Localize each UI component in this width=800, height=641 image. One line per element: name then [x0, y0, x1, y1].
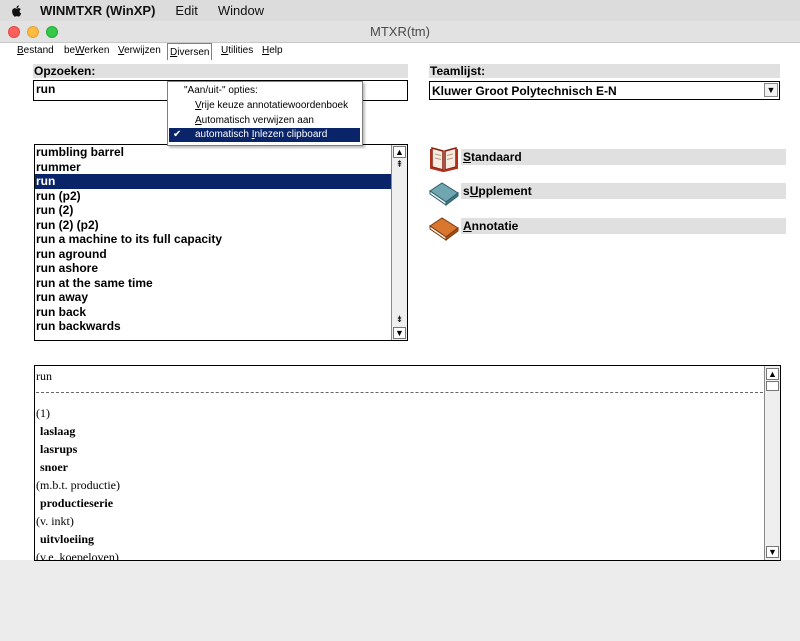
translation-context: (v.e. koepeloven) — [36, 550, 119, 561]
supplement-button[interactable]: sUpplement — [429, 177, 786, 209]
detail-scrollbar[interactable]: ▲ ▼ — [764, 366, 780, 560]
teamlijst-select[interactable]: Kluwer Groot Polytechnisch E-N ▼ — [429, 81, 780, 100]
opzoeken-label: Opzoeken: — [33, 64, 408, 78]
scroll-thumb[interactable] — [766, 381, 779, 391]
translation-term: snoer — [40, 460, 68, 474]
scroll-up-icon[interactable]: ▲ — [393, 146, 406, 158]
mac-menu-bar: WINMTXR (WinXP) Edit Window — [0, 0, 800, 21]
menu-item-inlezen-clipboard[interactable]: automatisch Inlezen clipboard — [195, 129, 327, 140]
list-item[interactable]: run (p2) — [35, 189, 407, 204]
word-list-rows: rumbling barrel rummer run run (p2) run (2) r… — [35, 145, 407, 334]
diversen-dropdown-menu: "Aan/uit-" opties: Vrije keuze annotatie… — [167, 81, 363, 146]
app-window: MTXR(tm) Bestand beWerken Verwijzen Dive… — [0, 21, 800, 641]
word-list-scrollbar[interactable]: ▲ ⇞ ⇟ ▼ — [391, 145, 407, 340]
list-item[interactable]: run back — [35, 305, 407, 320]
standaard-button[interactable]: Standaard — [429, 143, 786, 175]
translation-context: (m.b.t. productie) — [36, 478, 120, 492]
annotatie-button[interactable]: Annotatie — [429, 212, 786, 244]
list-item[interactable]: run a machine to its full capacity — [35, 232, 407, 247]
list-item[interactable]: run — [35, 174, 393, 189]
page-down-icon[interactable]: ⇟ — [393, 314, 406, 326]
closed-book-orange-icon — [429, 217, 459, 241]
apple-logo-icon[interactable] — [10, 4, 24, 18]
menu-diversen[interactable]: Diversen — [167, 43, 213, 60]
translation-term: productieserie — [40, 496, 114, 510]
menu-bewerken[interactable]: beWerken — [62, 45, 111, 56]
app-name-menu[interactable]: WINMTXR (WinXP) — [40, 3, 155, 18]
translation-context: (1) — [36, 406, 50, 420]
menu-item-vrije-keuze[interactable]: Vrije keuze annotatiewoordenboek — [195, 100, 348, 111]
detail-headword: run — [36, 369, 52, 383]
translation-term: uitvloeiing — [40, 532, 95, 546]
window-menu[interactable]: Window — [218, 3, 264, 18]
translation-term: lasrups — [40, 442, 78, 456]
translation-term: laslaag — [40, 424, 76, 438]
menu-utilities[interactable]: Utilities — [219, 45, 255, 56]
checkmark-icon: ✔ — [173, 129, 182, 140]
menu-item-automatisch-verwijzen[interactable]: Automatisch verwijzen aan — [195, 115, 314, 126]
translation-context: (v. inkt) — [36, 514, 74, 528]
app-menu-bar: Bestand beWerken Verwijzen Diversen Util… — [0, 43, 800, 60]
window-title: MTXR(tm) — [370, 24, 430, 39]
scroll-down-icon[interactable]: ▼ — [393, 327, 406, 339]
closed-book-teal-icon — [429, 182, 459, 206]
list-item[interactable]: run at the same time — [35, 276, 407, 291]
list-item[interactable]: rumbling barrel — [35, 145, 407, 160]
edit-menu[interactable]: Edit — [175, 3, 197, 18]
menu-help[interactable]: Help — [260, 45, 285, 56]
detail-separator — [36, 392, 763, 393]
teamlijst-label: Teamlijst: — [429, 64, 780, 78]
list-item[interactable]: run (2) (p2) — [35, 218, 407, 233]
standaard-label: Standaard — [463, 150, 522, 164]
main-client-area: Opzoeken: run Teamlijst: Kluwer Groot Po… — [0, 60, 800, 561]
word-list[interactable]: rumbling barrel rummer run run (p2) run (2) r… — [34, 144, 408, 341]
list-item[interactable]: run backwards — [35, 319, 407, 334]
scroll-down-icon[interactable]: ▼ — [766, 546, 779, 558]
list-item[interactable]: run (2) — [35, 203, 407, 218]
window-titlebar[interactable]: MTXR(tm) — [0, 21, 800, 43]
detail-entries: (1) laslaag lasrups snoer (m.b.t. productie)… — [36, 404, 120, 561]
dropdown-arrow-icon[interactable]: ▼ — [764, 83, 778, 97]
list-item[interactable]: run ashore — [35, 261, 407, 276]
scroll-up-icon[interactable]: ▲ — [766, 368, 779, 380]
list-item[interactable]: run aground — [35, 247, 407, 262]
menu-bestand[interactable]: Bestand — [15, 45, 56, 56]
menu-verwijzen[interactable]: Verwijzen — [116, 45, 163, 56]
translation-detail-pane[interactable]: run (1) laslaag lasrups snoer (m.b.t. produc… — [34, 365, 781, 561]
dropdown-header: "Aan/uit-" opties: — [184, 85, 258, 96]
list-item[interactable]: rummer — [35, 160, 407, 175]
page-up-icon[interactable]: ⇞ — [393, 159, 406, 171]
open-book-icon — [430, 147, 458, 172]
teamlijst-value: Kluwer Groot Polytechnisch E-N — [432, 84, 617, 98]
list-item[interactable]: run away — [35, 290, 407, 305]
supplement-label: sUpplement — [463, 184, 532, 198]
annotatie-label: Annotatie — [463, 219, 519, 233]
